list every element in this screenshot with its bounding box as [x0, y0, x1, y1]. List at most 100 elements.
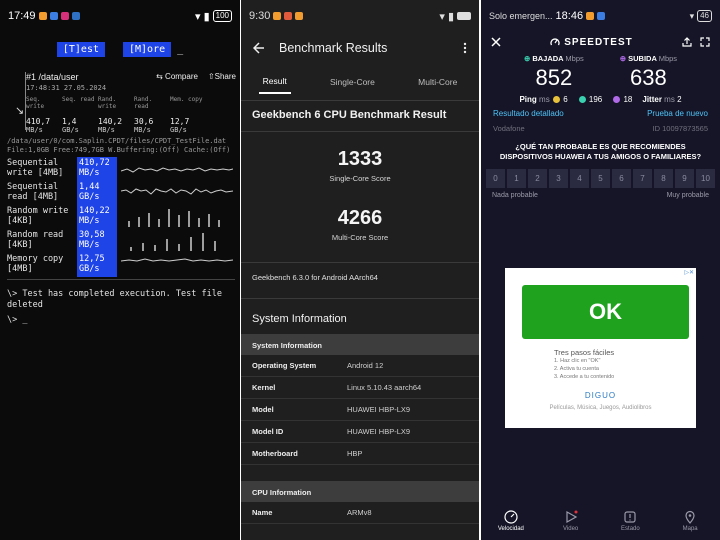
signal-icon: ▮ — [203, 10, 210, 23]
status-bar: 17:49 ▾ ▮ 100 — [0, 0, 240, 32]
system-info-subheader: System Information — [241, 334, 479, 355]
status-time: 17:49 — [8, 10, 36, 22]
more-options-icon[interactable] — [463, 42, 467, 54]
benchmark-row: Sequential write [4MB] 410,72 MB/s — [7, 157, 235, 181]
ad-choices-icon[interactable]: ▷✕ — [684, 269, 694, 276]
signal-icon: ▮ — [447, 10, 454, 23]
benchmark-value: 30,58 MB/s — [77, 229, 117, 253]
battery-indicator: 46 — [697, 10, 712, 22]
nav-estado[interactable]: Estado — [610, 510, 650, 532]
notification-icon — [597, 12, 606, 20]
test-button[interactable]: [T]est — [56, 42, 105, 57]
result-summary: #1 /data/user ⇆ Compare ⇧Share 17:48:31 … — [26, 72, 236, 134]
retry-link[interactable]: Prueba de nuevo — [647, 109, 708, 118]
rating-option[interactable]: 6 — [612, 169, 631, 188]
tab-multi-core[interactable]: Multi-Core — [414, 71, 461, 93]
table-row: Name ARMv8 — [241, 502, 479, 524]
nav-mapa[interactable]: Mapa — [670, 510, 710, 532]
terminal-prompt[interactable]: \> _ — [7, 315, 27, 325]
ad-ok-button[interactable]: OK — [522, 285, 689, 339]
table-row: Model HUAWEI HBP-LX9 — [241, 399, 479, 421]
rating-option[interactable]: 8 — [654, 169, 673, 188]
wifi-icon: ▾ — [195, 10, 201, 23]
rating-option[interactable]: 1 — [507, 169, 526, 188]
benchmark-value: 410,72 MB/s — [77, 157, 117, 181]
ad-footer: Películas, Música, Juegos, Audiolibros — [549, 405, 652, 411]
table-row: Model ID HUAWEI HBP-LX9 — [241, 421, 479, 443]
ad-step: 3. Accede a tu contenido — [554, 374, 615, 380]
tab-result[interactable]: Result — [258, 70, 291, 94]
play-icon — [566, 510, 578, 524]
tab-bar: Result Single-Core Multi-Core — [241, 64, 479, 100]
page-title: Benchmark Results — [279, 41, 388, 55]
rating-option[interactable]: 2 — [528, 169, 547, 188]
notification-icon — [284, 12, 293, 20]
scale-high-label: Muy probable — [666, 192, 709, 199]
more-button[interactable]: [M]ore — [122, 42, 172, 57]
result-heading: Geekbench 6 CPU Benchmark Result — [252, 109, 447, 121]
share-button[interactable]: ⇧Share — [208, 72, 236, 82]
rating-option[interactable]: 10 — [696, 169, 715, 188]
upload-value: 638 — [630, 65, 667, 90]
benchmark-value: 12,75 GB/s — [77, 253, 117, 277]
share-icon[interactable] — [682, 37, 692, 47]
instagram-icon — [60, 12, 69, 20]
result-column: Rand. read 30,6 MB/s — [134, 96, 154, 134]
result-column: Rand. write 140,2 MB/s — [98, 96, 123, 134]
close-icon[interactable] — [491, 37, 501, 47]
test-file-info: /data/user/0/com.Saplin.CPDT/files/CPDT_… — [7, 137, 231, 154]
survey-question: ¿QUÉ TAN PROBABLE ES QUE RECOMIENDES DIS… — [499, 142, 702, 161]
app-bar: Benchmark Results — [241, 32, 479, 64]
benchmark-graph — [121, 181, 233, 203]
benchmark-graph — [121, 229, 233, 251]
speedometer-icon — [504, 510, 518, 524]
result-id: ID 10097873565 — [652, 124, 708, 133]
isp-name: Vodafone — [493, 124, 525, 133]
terminal-message: \> Test has completed execution. Test fi… — [7, 289, 222, 310]
rating-option[interactable]: 4 — [570, 169, 589, 188]
ad-title: Tres pasos fáciles — [554, 348, 615, 357]
result-column: Seq. write 410,7 MB/s — [26, 96, 51, 134]
bottom-navigation: Velocidad Video Estado Mapa — [481, 502, 720, 540]
benchmark-value: 1,44 GB/s — [77, 181, 117, 205]
wifi-icon: ▾ — [689, 10, 695, 21]
score-section: 1333 Single-Core Score 4266 Multi-Core S… — [241, 148, 479, 242]
collapse-arrow-icon[interactable]: ↘ — [15, 104, 24, 117]
status-bar: Solo emergen... 18:46 ▾ 46 — [481, 0, 720, 32]
back-arrow-icon[interactable] — [253, 42, 265, 54]
scale-low-label: Nada probable — [492, 192, 538, 199]
cpdt-phone-screen: 17:49 ▾ ▮ 100 [T]est [M]ore _ ↘ #1 /data… — [0, 0, 240, 540]
rating-option[interactable]: 5 — [591, 169, 610, 188]
rating-option[interactable]: 7 — [633, 169, 652, 188]
upload-ping-icon — [613, 96, 621, 104]
speed-results: ⊕ BAJADA Mbps 852 ⊕ SUBIDA Mbps 638 — [481, 54, 720, 91]
wifi-icon: ▾ — [439, 10, 445, 23]
download-ping-icon — [578, 96, 586, 104]
rating-option[interactable]: 0 — [486, 169, 505, 188]
benchmark-graph — [121, 205, 233, 227]
result-column: Mem. copy 12,7 GB/s — [170, 96, 203, 134]
advertisement[interactable]: ▷✕ OK Tres pasos fáciles 1. Haz clic en … — [505, 268, 696, 428]
linkedin-icon — [71, 12, 80, 20]
status-bar: 9:30 ▾ ▮ — [241, 0, 479, 32]
fullscreen-icon[interactable] — [700, 37, 710, 47]
alert-icon — [624, 511, 636, 523]
idle-ping-icon — [552, 96, 560, 104]
download-value: 852 — [535, 65, 573, 90]
nav-velocidad[interactable]: Velocidad — [491, 510, 531, 532]
battery-indicator: 100 — [212, 10, 232, 22]
benchmark-row: Random write [4KB] 140,22 MB/s — [7, 205, 235, 229]
single-core-label: Single-Core Score — [329, 174, 391, 183]
notification-icon — [38, 12, 47, 20]
benchmark-list: Sequential write [4MB] 410,72 MB/s Sequent… — [7, 157, 235, 277]
rating-option[interactable]: 3 — [549, 169, 568, 188]
tab-single-core[interactable]: Single-Core — [326, 71, 379, 93]
notification-icon — [586, 12, 595, 20]
detailed-result-link[interactable]: Resultado detallado — [493, 109, 564, 118]
nav-video[interactable]: Video — [551, 510, 591, 532]
benchmark-graph — [121, 253, 233, 275]
upload-icon: ⊕ — [619, 54, 627, 63]
rating-option[interactable]: 9 — [675, 169, 694, 188]
compare-button[interactable]: ⇆ Compare — [156, 72, 198, 82]
notification-icon — [273, 12, 282, 20]
